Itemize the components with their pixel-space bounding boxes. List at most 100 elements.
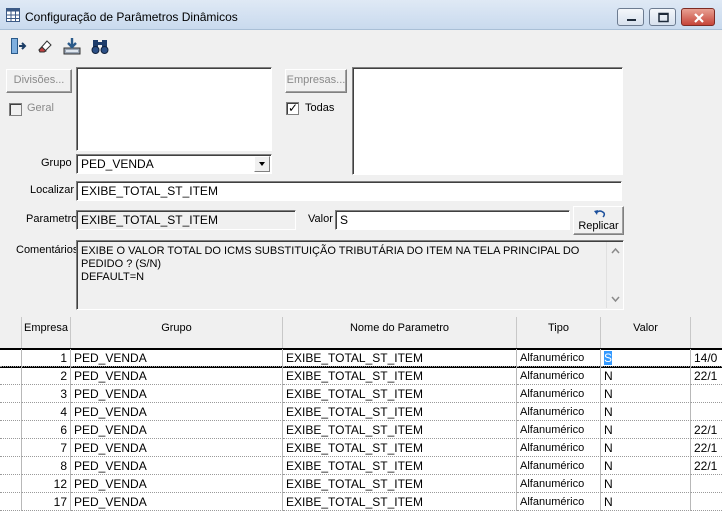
table-row[interactable]: 1 PED_VENDA EXIBE_TOTAL_ST_ITEM Alfanuméric… — [0, 349, 722, 367]
cell-valor[interactable]: N — [601, 439, 691, 457]
cell-empresa[interactable]: 4 — [22, 403, 71, 421]
selected-value-highlight: S — [604, 351, 613, 365]
column-header-tipo[interactable]: Tipo — [517, 317, 601, 348]
row-indicator[interactable] — [0, 349, 22, 367]
maximize-button[interactable] — [649, 8, 676, 26]
empresas-listbox[interactable] — [352, 67, 623, 175]
row-indicator[interactable] — [0, 367, 22, 385]
cell-tipo[interactable]: Alfanumérico — [517, 421, 601, 439]
table-row[interactable]: 8 PED_VENDA EXIBE_TOTAL_ST_ITEM Alfanuméric… — [0, 457, 722, 475]
table-row[interactable]: 6 PED_VENDA EXIBE_TOTAL_ST_ITEM Alfanuméric… — [0, 421, 722, 439]
cell-tipo[interactable]: Alfanumérico — [517, 493, 601, 511]
grupo-select[interactable]: PED_VENDA — [76, 154, 272, 174]
column-header-grupo[interactable]: Grupo — [71, 317, 283, 348]
cell-grupo[interactable]: PED_VENDA — [71, 403, 283, 421]
cell-grupo[interactable]: PED_VENDA — [71, 367, 283, 385]
cell-extra[interactable] — [691, 385, 722, 403]
cell-nome[interactable]: EXIBE_TOTAL_ST_ITEM — [283, 367, 517, 385]
cell-grupo[interactable]: PED_VENDA — [71, 385, 283, 403]
column-header-nome[interactable]: Nome do Parametro — [283, 317, 517, 348]
cell-valor[interactable]: N — [601, 493, 691, 511]
cell-valor[interactable]: N — [601, 457, 691, 475]
cell-tipo[interactable]: Alfanumérico — [517, 403, 601, 421]
empresas-button[interactable]: Empresas... — [285, 69, 347, 93]
row-indicator[interactable] — [0, 493, 22, 511]
column-header-empresa[interactable]: Empresa — [22, 317, 71, 348]
row-indicator[interactable] — [0, 385, 22, 403]
cell-empresa[interactable]: 6 — [22, 421, 71, 439]
column-header-extra[interactable] — [691, 317, 722, 348]
cell-valor[interactable]: N — [601, 367, 691, 385]
divisoes-listbox[interactable] — [76, 67, 272, 151]
cell-tipo[interactable]: Alfanumérico — [517, 439, 601, 457]
cell-valor[interactable]: S — [601, 349, 691, 367]
exit-button[interactable] — [4, 33, 30, 58]
cell-extra[interactable] — [691, 475, 722, 493]
cell-extra[interactable]: 22/1 — [691, 457, 722, 475]
divisoes-button[interactable]: Divisões... — [6, 69, 72, 93]
row-indicator[interactable] — [0, 457, 22, 475]
row-indicator[interactable] — [0, 403, 22, 421]
cell-grupo[interactable]: PED_VENDA — [71, 349, 283, 367]
column-header-valor[interactable]: Valor — [601, 317, 691, 348]
cell-tipo[interactable]: Alfanumérico — [517, 475, 601, 493]
cell-nome[interactable]: EXIBE_TOTAL_ST_ITEM — [283, 439, 517, 457]
cell-extra[interactable]: 14/0 — [691, 349, 722, 367]
cell-tipo[interactable]: Alfanumérico — [517, 367, 601, 385]
cell-empresa[interactable]: 7 — [22, 439, 71, 457]
cell-nome[interactable]: EXIBE_TOTAL_ST_ITEM — [283, 493, 517, 511]
cell-valor[interactable]: N — [601, 475, 691, 493]
cell-nome[interactable]: EXIBE_TOTAL_ST_ITEM — [283, 475, 517, 493]
cell-empresa[interactable]: 12 — [22, 475, 71, 493]
cell-nome[interactable]: EXIBE_TOTAL_ST_ITEM — [283, 421, 517, 439]
table-row[interactable]: 7 PED_VENDA EXIBE_TOTAL_ST_ITEM Alfanuméric… — [0, 439, 722, 457]
replicar-button[interactable]: Replicar — [573, 206, 624, 235]
row-indicator[interactable] — [0, 475, 22, 493]
cell-grupo[interactable]: PED_VENDA — [71, 439, 283, 457]
cell-extra[interactable] — [691, 493, 722, 511]
cell-extra[interactable]: 22/1 — [691, 439, 722, 457]
cell-nome[interactable]: EXIBE_TOTAL_ST_ITEM — [283, 349, 517, 367]
valor-input[interactable]: S — [335, 210, 570, 230]
row-indicator[interactable] — [0, 439, 22, 457]
row-indicator[interactable] — [0, 421, 22, 439]
table-row[interactable]: 17 PED_VENDA EXIBE_TOTAL_ST_ITEM Alfanuméri… — [0, 493, 722, 511]
cell-empresa[interactable]: 8 — [22, 457, 71, 475]
cell-extra[interactable]: 22/1 — [691, 421, 722, 439]
table-row[interactable]: 12 PED_VENDA EXIBE_TOTAL_ST_ITEM Alfanuméri… — [0, 475, 722, 493]
localizar-input[interactable]: EXIBE_TOTAL_ST_ITEM — [76, 181, 622, 201]
cell-valor[interactable]: N — [601, 403, 691, 421]
parametros-grid[interactable]: Empresa Grupo Nome do Parametro Tipo Val… — [0, 317, 722, 526]
cell-grupo[interactable]: PED_VENDA — [71, 421, 283, 439]
cell-nome[interactable]: EXIBE_TOTAL_ST_ITEM — [283, 385, 517, 403]
table-row[interactable]: 3 PED_VENDA EXIBE_TOTAL_ST_ITEM Alfanuméric… — [0, 385, 722, 403]
cell-valor[interactable]: N — [601, 385, 691, 403]
minimize-button[interactable] — [617, 8, 644, 26]
todas-checkbox[interactable]: ✓ — [286, 101, 299, 115]
grupo-dropdown-button[interactable] — [254, 156, 270, 172]
table-row[interactable]: 4 PED_VENDA EXIBE_TOTAL_ST_ITEM Alfanuméric… — [0, 403, 722, 421]
close-button[interactable] — [681, 8, 715, 26]
cell-empresa[interactable]: 3 — [22, 385, 71, 403]
cell-nome[interactable]: EXIBE_TOTAL_ST_ITEM — [283, 457, 517, 475]
geral-checkbox[interactable] — [9, 103, 22, 116]
cell-valor[interactable]: N — [601, 421, 691, 439]
cell-grupo[interactable]: PED_VENDA — [71, 475, 283, 493]
cell-tipo[interactable]: Alfanumérico — [517, 457, 601, 475]
cell-nome[interactable]: EXIBE_TOTAL_ST_ITEM — [283, 403, 517, 421]
save-button[interactable] — [58, 33, 84, 58]
cell-extra[interactable]: 22/1 — [691, 367, 722, 385]
cell-grupo[interactable]: PED_VENDA — [71, 493, 283, 511]
table-row[interactable]: 2 PED_VENDA EXIBE_TOTAL_ST_ITEM Alfanuméric… — [0, 367, 722, 385]
cell-empresa[interactable]: 17 — [22, 493, 71, 511]
cell-tipo[interactable]: Alfanumérico — [517, 385, 601, 403]
cell-tipo[interactable]: Alfanumérico — [517, 349, 601, 367]
comentarios-scrollbar[interactable] — [606, 242, 623, 308]
cell-extra[interactable] — [691, 403, 722, 421]
clear-button[interactable] — [31, 33, 57, 58]
cell-empresa[interactable]: 2 — [22, 367, 71, 385]
cell-grupo[interactable]: PED_VENDA — [71, 457, 283, 475]
search-button[interactable] — [86, 33, 112, 58]
cell-empresa[interactable]: 1 — [22, 349, 71, 367]
comentarios-textarea[interactable]: EXIBE O VALOR TOTAL DO ICMS SUBSTITUIÇÃO… — [76, 240, 624, 310]
